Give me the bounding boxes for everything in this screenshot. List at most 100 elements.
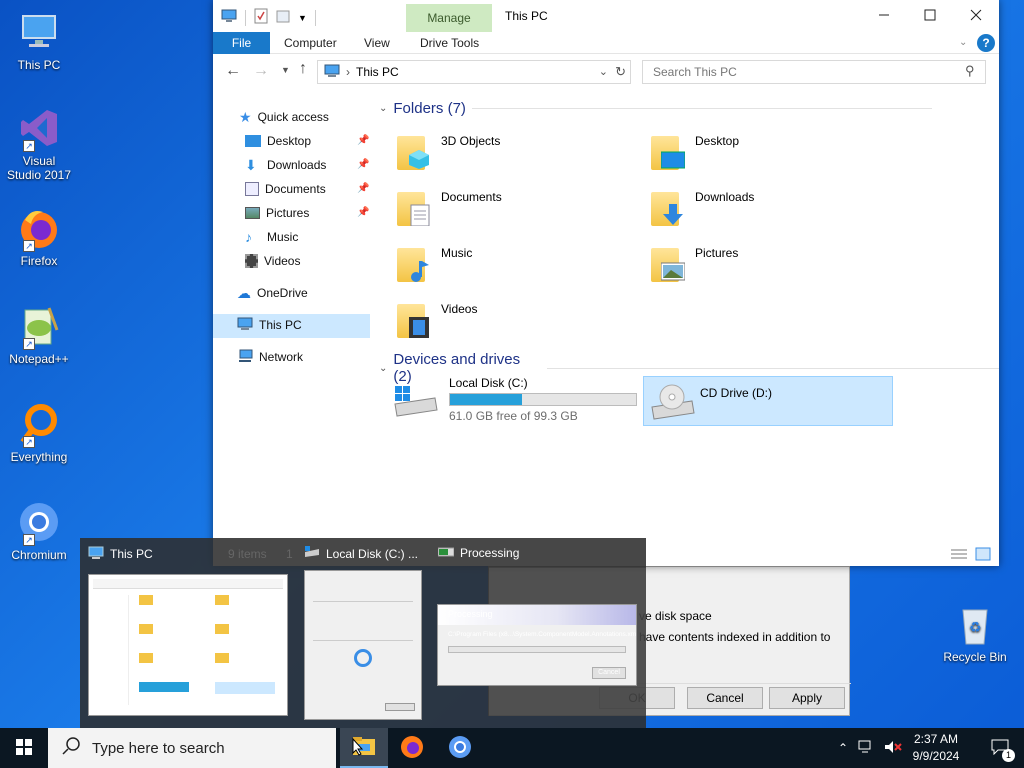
back-arrow-icon[interactable]: ← xyxy=(225,62,241,80)
folder-item[interactable]: Videos xyxy=(397,294,637,346)
recycle-bin-icon: ♻ xyxy=(953,602,997,646)
content-pane: ⌄ Folders (7) 3D Objects Desktop Documen… xyxy=(373,90,999,566)
chromium-icon xyxy=(448,735,472,762)
search-icon xyxy=(62,737,80,759)
nav-item-documents[interactable]: Documents xyxy=(245,177,326,201)
folder-item[interactable]: Desktop xyxy=(651,126,891,178)
cloud-icon: ☁ xyxy=(237,284,251,301)
tab-view[interactable]: View xyxy=(364,32,390,54)
ribbon-tabs: File Computer View Drive Tools ⌄ ? xyxy=(213,32,999,54)
nav-item-onedrive[interactable]: ☁ OneDrive xyxy=(237,281,308,305)
nav-item-videos[interactable]: Videos xyxy=(245,249,300,273)
desktop-icon-chromium[interactable]: ↗ Chromium xyxy=(6,500,72,562)
shortcut-arrow-icon: ↗ xyxy=(23,140,35,152)
drive-item-d[interactable]: CD Drive (D:) xyxy=(643,376,893,426)
notification-count-badge: 1 xyxy=(1002,748,1015,762)
minimize-button[interactable] xyxy=(861,0,907,30)
clock-time: 2:37 AM xyxy=(913,732,959,746)
folders-group-header[interactable]: ⌄ Folders (7) xyxy=(379,100,932,117)
switcher-window-this-pc[interactable]: This PC xyxy=(88,546,153,562)
desktop-icon-visual-studio[interactable]: ↗ Visual Studio 2017 xyxy=(6,106,72,182)
details-view-icon[interactable] xyxy=(951,548,967,563)
nav-quick-access[interactable]: ★ Quick access xyxy=(239,105,329,129)
drive-item-c[interactable]: Local Disk (C:) 61.0 GB free of 99.3 GB xyxy=(391,376,637,423)
desktop-icon-notepad-plus-plus[interactable]: ↗ Notepad++ xyxy=(6,304,72,366)
progress-window-icon xyxy=(437,546,455,560)
nav-item-network[interactable]: Network xyxy=(237,345,303,369)
start-button[interactable] xyxy=(0,728,48,768)
apply-button[interactable]: Apply xyxy=(769,687,845,709)
music-note-icon: ♪ xyxy=(245,229,252,245)
nav-item-pictures[interactable]: Pictures xyxy=(245,201,309,225)
address-field[interactable]: › This PC ⌄ ↻ xyxy=(317,60,631,84)
folder-item[interactable]: Pictures xyxy=(651,238,891,290)
customize-toolbar-chevron-icon[interactable]: ▼ xyxy=(298,13,307,23)
taskbar-chromium[interactable] xyxy=(436,728,484,768)
new-folder-icon[interactable] xyxy=(276,9,290,26)
notepad-plus-plus-icon: ↗ xyxy=(17,304,61,350)
tab-file[interactable]: File xyxy=(213,32,270,54)
collapse-chevron-icon: ⌄ xyxy=(379,103,388,114)
tab-drive-tools[interactable]: Drive Tools xyxy=(420,32,479,54)
address-dropdown-chevron-icon[interactable]: ⌄ xyxy=(599,65,608,78)
pin-icon: 📌 xyxy=(357,183,370,194)
taskbar-file-explorer[interactable] xyxy=(340,728,388,768)
taskbar-search-box[interactable]: Type here to search xyxy=(48,728,336,768)
navigation-pane: ★ Quick access Desktop ⬇ Downloads Docum… xyxy=(213,90,371,566)
show-hidden-icons-chevron-icon[interactable]: ⌃ xyxy=(838,741,848,755)
computer-icon xyxy=(88,546,104,562)
mouse-cursor-icon xyxy=(352,737,364,759)
expand-ribbon-chevron-icon[interactable]: ⌄ xyxy=(959,32,967,54)
nav-item-this-pc[interactable]: This PC xyxy=(237,313,302,337)
svg-text:♻: ♻ xyxy=(969,620,982,636)
nav-item-music[interactable]: ♪ Music xyxy=(245,225,298,249)
nav-item-downloads[interactable]: ⬇ Downloads xyxy=(245,153,326,177)
recent-locations-chevron-icon[interactable]: ▼ xyxy=(281,65,290,75)
up-arrow-icon[interactable]: ↑ xyxy=(299,60,307,78)
taskbar-firefox[interactable] xyxy=(388,728,436,768)
thumbnail-this-pc[interactable] xyxy=(88,574,288,716)
network-status-icon[interactable] xyxy=(858,740,874,757)
switcher-window-local-disk[interactable]: Local Disk (C:) ... xyxy=(304,546,418,561)
desktop-icon-this-pc[interactable]: This PC xyxy=(6,10,72,72)
switcher-window-processing[interactable]: Processing xyxy=(437,546,519,560)
folder-item[interactable]: Music xyxy=(397,238,637,290)
search-icon[interactable]: ⚲ xyxy=(965,63,975,79)
title-bar: ▼ Manage This PC xyxy=(213,0,999,32)
manage-contextual-tab[interactable]: Manage xyxy=(406,4,492,32)
nav-item-desktop[interactable]: Desktop xyxy=(245,129,311,153)
desktop-icon-everything[interactable]: ↗ Everything xyxy=(6,402,72,464)
dialog-text: ve disk space xyxy=(639,609,712,623)
nav-label: Downloads xyxy=(267,158,327,172)
nav-label: Documents xyxy=(265,182,326,196)
maximize-button[interactable] xyxy=(907,0,953,30)
tab-computer[interactable]: Computer xyxy=(284,32,337,54)
refresh-icon[interactable]: ↻ xyxy=(615,64,626,80)
help-icon[interactable]: ? xyxy=(977,34,995,52)
action-center-button[interactable]: 1 xyxy=(976,728,1024,768)
folder-item[interactable]: 3D Objects xyxy=(397,126,637,178)
folder-item[interactable]: Downloads xyxy=(651,182,891,234)
clock[interactable]: 2:37 AM 9/9/2024 xyxy=(904,732,968,763)
cancel-button[interactable]: Cancel xyxy=(687,687,763,709)
processing-cancel-button[interactable]: Cancel xyxy=(592,667,626,679)
star-icon: ★ xyxy=(239,108,252,125)
desktop-icon-recycle-bin[interactable]: ♻ Recycle Bin xyxy=(940,602,1010,664)
thumbnail-processing[interactable]: Processing C:\Program Files (x8...\Syste… xyxy=(437,604,637,686)
desktop-folder-icon xyxy=(651,132,685,170)
search-input[interactable]: Search This PC xyxy=(642,60,986,84)
large-icons-view-icon[interactable] xyxy=(975,547,991,564)
volume-muted-icon[interactable] xyxy=(884,740,902,757)
chromium-icon: ↗ xyxy=(17,500,61,546)
folder-label: Desktop xyxy=(695,134,740,148)
address-bar-row: ← → ▼ ↑ › This PC ⌄ ↻ Search This PC ⚲ xyxy=(213,54,999,90)
film-icon xyxy=(245,254,258,268)
desktop-icon-firefox[interactable]: ↗ Firefox xyxy=(6,206,72,268)
folder-item[interactable]: Documents xyxy=(397,182,637,234)
forward-arrow-icon[interactable]: → xyxy=(253,62,269,80)
breadcrumb[interactable]: This PC xyxy=(356,65,399,79)
close-button[interactable] xyxy=(953,0,999,30)
thumbnail-local-disk[interactable] xyxy=(304,570,422,720)
computer-icon xyxy=(237,317,253,333)
properties-icon[interactable] xyxy=(254,8,268,27)
